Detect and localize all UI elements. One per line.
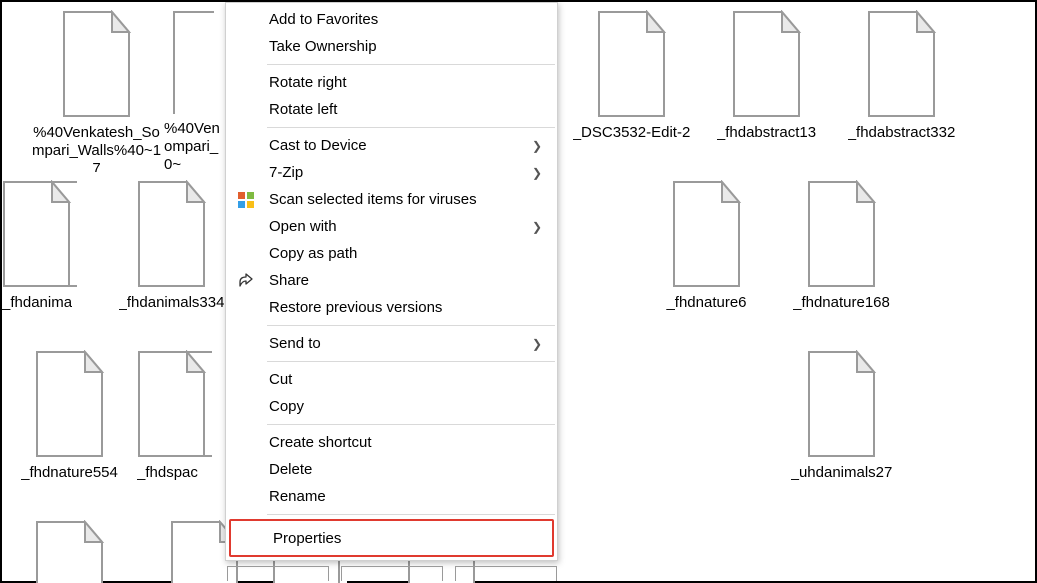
file-item[interactable] bbox=[0, 2, 29, 172]
file-item[interactable] bbox=[104, 342, 239, 512]
file-icon bbox=[27, 520, 112, 583]
menu-label: 7-Zip bbox=[269, 164, 303, 181]
menu-label: Send to bbox=[269, 335, 321, 352]
menu-label: Rotate left bbox=[269, 101, 337, 118]
file-item[interactable]: _fhdanimals334 bbox=[104, 172, 239, 342]
file-item[interactable]: _uhdanimals27 bbox=[774, 342, 909, 512]
file-item[interactable]: _fhdabstract332 bbox=[834, 2, 969, 172]
menu-scan-viruses[interactable]: Scan selected items for viruses bbox=[227, 186, 556, 213]
file-label: %40Venkatesh_Sompari_Walls%40~17 bbox=[31, 124, 163, 172]
menu-properties[interactable]: Properties bbox=[231, 521, 552, 555]
menu-cast-to-device[interactable]: Cast to Device ❯ bbox=[227, 132, 556, 159]
menu-label: Delete bbox=[269, 461, 312, 478]
menu-delete[interactable]: Delete bbox=[227, 456, 556, 483]
covered-gap bbox=[574, 512, 909, 583]
menu-label: Share bbox=[269, 272, 309, 289]
menu-label: Properties bbox=[273, 530, 341, 547]
menu-open-with[interactable]: Open with ❯ bbox=[227, 213, 556, 240]
file-icon bbox=[664, 180, 749, 288]
highlighted-menu-item: Properties bbox=[229, 519, 554, 557]
file-item[interactable]: _DSC3532-Edit-2 bbox=[564, 2, 699, 172]
file-label: _DSC3532-Edit-2 bbox=[573, 124, 691, 142]
file-label: _fhdnature6 bbox=[666, 294, 746, 312]
menu-separator bbox=[267, 325, 555, 326]
submenu-arrow-icon: ❯ bbox=[532, 166, 542, 180]
file-icon bbox=[129, 180, 214, 288]
menu-create-shortcut[interactable]: Create shortcut bbox=[227, 429, 556, 456]
menu-copy[interactable]: Copy bbox=[227, 393, 556, 420]
file-icon bbox=[54, 10, 139, 118]
file-item[interactable]: _fhdnature6 bbox=[639, 172, 774, 342]
menu-rotate-right[interactable]: Rotate right bbox=[227, 69, 556, 96]
file-item[interactable]: _fhdabstract13 bbox=[699, 2, 834, 172]
context-menu: Add to Favorites Take Ownership Rotate r… bbox=[225, 2, 558, 561]
file-icon bbox=[589, 10, 674, 118]
file-icon bbox=[0, 10, 4, 118]
menu-copy-as-path[interactable]: Copy as path bbox=[227, 240, 556, 267]
file-label: _fhdanimals334 bbox=[119, 294, 225, 312]
file-label: %40Ven ompari_ 0~ bbox=[164, 120, 229, 172]
file-item[interactable]: _uhdanimals339 bbox=[2, 512, 137, 583]
menu-label: Add to Favorites bbox=[269, 11, 378, 28]
file-item[interactable]: %40Venkatesh_Sompari_Walls%40~17 bbox=[29, 2, 164, 172]
file-icon bbox=[724, 10, 809, 118]
menu-label: Take Ownership bbox=[269, 38, 377, 55]
file-item[interactable]: %40Ven ompari_ 0~ bbox=[164, 2, 229, 172]
menu-add-to-favorites[interactable]: Add to Favorites bbox=[227, 6, 556, 33]
menu-separator bbox=[267, 514, 555, 515]
file-icon bbox=[799, 350, 884, 458]
menu-label: Copy bbox=[269, 398, 304, 415]
menu-label: Copy as path bbox=[269, 245, 357, 262]
menu-label: Rotate right bbox=[269, 74, 347, 91]
menu-label: Rename bbox=[269, 488, 326, 505]
file-label: _fhdabstract332 bbox=[848, 124, 956, 142]
menu-label: Create shortcut bbox=[269, 434, 372, 451]
menu-cut[interactable]: Cut bbox=[227, 366, 556, 393]
submenu-arrow-icon: ❯ bbox=[532, 139, 542, 153]
menu-label: Open with bbox=[269, 218, 337, 235]
menu-rename[interactable]: Rename bbox=[227, 483, 556, 510]
defender-icon bbox=[237, 191, 255, 209]
file-icon bbox=[164, 10, 214, 114]
file-icon bbox=[129, 350, 214, 458]
menu-label: Restore previous versions bbox=[269, 299, 442, 316]
menu-separator bbox=[267, 424, 555, 425]
partial-cells bbox=[227, 566, 557, 581]
file-icon bbox=[799, 180, 884, 288]
file-icon bbox=[27, 350, 112, 458]
share-icon bbox=[237, 272, 255, 290]
submenu-arrow-icon: ❯ bbox=[532, 220, 542, 234]
menu-separator bbox=[267, 361, 555, 362]
file-label: _fhdnature168 bbox=[793, 294, 890, 312]
menu-restore-previous-versions[interactable]: Restore previous versions bbox=[227, 294, 556, 321]
file-icon bbox=[0, 180, 79, 288]
menu-label: Scan selected items for viruses bbox=[269, 191, 477, 208]
menu-label: Cast to Device bbox=[269, 137, 367, 154]
menu-share[interactable]: Share bbox=[227, 267, 556, 294]
file-item[interactable]: _fhdnature168 bbox=[774, 172, 909, 342]
menu-label: Cut bbox=[269, 371, 292, 388]
menu-rotate-left[interactable]: Rotate left bbox=[227, 96, 556, 123]
submenu-arrow-icon: ❯ bbox=[532, 337, 542, 351]
file-icon bbox=[859, 10, 944, 118]
menu-separator bbox=[267, 127, 555, 128]
menu-take-ownership[interactable]: Take Ownership bbox=[227, 33, 556, 60]
menu-send-to[interactable]: Send to ❯ bbox=[227, 330, 556, 357]
menu-separator bbox=[267, 64, 555, 65]
menu-7-zip[interactable]: 7-Zip ❯ bbox=[227, 159, 556, 186]
file-item[interactable] bbox=[0, 172, 104, 342]
file-label: _fhdabstract13 bbox=[717, 124, 816, 142]
file-explorer-view: %40Venkatesh_Sompari_Walls%40~17 %40Ven … bbox=[0, 0, 1037, 583]
file-label: _uhdanimals27 bbox=[791, 464, 893, 482]
